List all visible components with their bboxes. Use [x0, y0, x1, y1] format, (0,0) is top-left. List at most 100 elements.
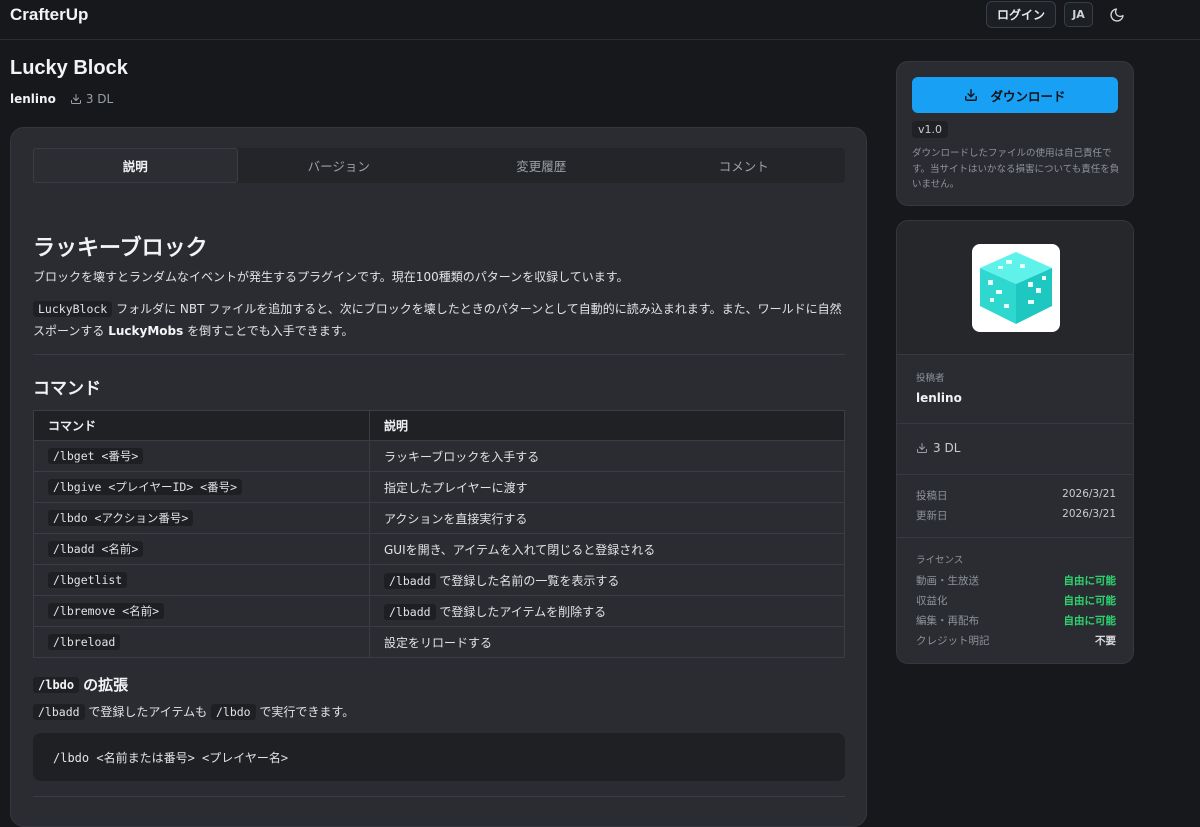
section-divider: [897, 354, 1133, 355]
table-header-row: コマンド 説明: [33, 410, 845, 441]
project-thumbnail: [972, 244, 1060, 332]
paragraph-text: で登録したアイテムも: [84, 705, 211, 719]
column-header: 説明: [369, 410, 845, 441]
updated-date-row: 更新日 2026/3/21: [916, 508, 1116, 523]
section-divider: [897, 537, 1133, 538]
heading-text: の拡張: [83, 676, 129, 694]
section-divider: [33, 354, 845, 355]
download-icon: [917, 443, 927, 453]
tab-comments[interactable]: コメント: [643, 148, 846, 183]
extension-heading: /lbdo の拡張: [33, 674, 128, 695]
command-code: /lbdo <アクション番号>: [48, 510, 194, 526]
tab-description[interactable]: 説明: [33, 148, 238, 183]
download-icon: [965, 89, 978, 101]
license-item-label: 編集・再配布: [916, 615, 979, 627]
tab-versions[interactable]: バージョン: [238, 148, 441, 183]
inline-code: LuckyBlock: [33, 301, 113, 317]
moon-icon: [1110, 8, 1124, 22]
download-button-label: ダウンロード: [990, 88, 1066, 104]
table-row: /lbadd <名前> GUIを開き、アイテムを入れて閉じると登録される: [33, 533, 845, 565]
disclaimer-text: ダウンロードしたファイルの使用は自己責任です。当サイトはいかなる損害についても責…: [912, 148, 1120, 190]
author-label: 投稿者: [916, 373, 945, 384]
author-name[interactable]: lenlino: [916, 391, 962, 405]
posted-date-row: 投稿日 2026/3/21: [916, 488, 1116, 503]
page-title: Lucky Block: [10, 57, 128, 79]
download-button[interactable]: ダウンロード: [912, 77, 1118, 113]
content-heading: ラッキーブロック: [33, 236, 208, 261]
command-code: /lbremove <名前>: [48, 603, 165, 619]
project-info-card: 投稿者 lenlino 3 DL 投稿日 2026/3/21 更新日 2026/…: [896, 220, 1134, 664]
theme-toggle-button[interactable]: [1106, 4, 1128, 26]
command-code: /lbget <番号>: [48, 448, 144, 464]
commands-heading: コマンド: [33, 379, 101, 399]
license-row: 動画・生放送 自由に可能: [916, 573, 1116, 588]
table-row: /lbget <番号> ラッキーブロックを入手する: [33, 440, 845, 472]
license-row: 収益化 自由に可能: [916, 593, 1116, 608]
table-row: /lbreload 設定をリロードする: [33, 626, 845, 658]
license-item-value: 自由に可能: [1063, 595, 1117, 607]
table-row: /lbremove <名前> /lbadd で登録したアイテムを削除する: [33, 595, 845, 627]
license-item-value: 不要: [1095, 635, 1116, 647]
description-cell: ラッキーブロックを入手する: [369, 440, 845, 472]
command-cell: /lbgetlist: [33, 564, 370, 596]
bold-text: LuckyMobs: [108, 324, 184, 338]
description-text: で登録した名前の一覧を表示する: [435, 573, 620, 588]
column-header: コマンド: [33, 410, 370, 441]
download-count-text: 3 DL: [85, 92, 114, 106]
description-cell: アクションを直接実行する: [369, 502, 845, 534]
license-item-label: 収益化: [916, 595, 948, 607]
intro-paragraph: ブロックを壊すとランダムなイベントが発生するプラグインです。現在100種類のパタ…: [33, 270, 629, 284]
description-paragraph: LuckyBlock フォルダに NBT ファイルを追加すると、次にブロックを壊…: [33, 298, 845, 342]
main-content-card: 説明 バージョン 変更履歴 コメント ラッキーブロック ブロックを壊すとランダム…: [10, 127, 867, 827]
license-row: クレジット明記 不要: [916, 633, 1116, 648]
license-item-label: クレジット明記: [916, 635, 990, 647]
posted-label: 投稿日: [916, 490, 948, 502]
site-logo[interactable]: CrafterUp: [10, 5, 88, 25]
tab-changelog[interactable]: 変更履歴: [440, 148, 643, 183]
license-item-label: 動画・生放送: [916, 575, 979, 587]
command-cell: /lbdo <アクション番号>: [33, 502, 370, 534]
code-block: /lbdo <名前または番号> <プレイヤー名>: [33, 733, 845, 781]
inline-code: /lbadd: [384, 572, 436, 589]
download-card: ダウンロード v1.0 ダウンロードしたファイルの使用は自己責任です。当サイトは…: [896, 61, 1134, 206]
table-row: /lbgetlist /lbadd で登録した名前の一覧を表示する: [33, 564, 845, 596]
license-label: ライセンス: [916, 555, 964, 566]
tab-bar: 説明 バージョン 変更履歴 コメント: [33, 148, 845, 183]
command-cell: /lbreload: [33, 626, 370, 658]
section-divider: [33, 796, 845, 797]
download-count: 3 DL: [916, 441, 960, 455]
command-cell: /lbgive <プレイヤーID> <番号>: [33, 471, 370, 503]
description-cell: GUIを開き、アイテムを入れて閉じると登録される: [369, 533, 845, 565]
license-item-value: 自由に可能: [1063, 575, 1117, 587]
section-divider: [897, 423, 1133, 424]
download-count-text: 3 DL: [933, 441, 961, 455]
inline-code: /lbdo: [33, 676, 80, 693]
command-cell: /lbremove <名前>: [33, 595, 370, 627]
command-cell: /lbadd <名前>: [33, 533, 370, 565]
table-row: /lbdo <アクション番号> アクションを直接実行する: [33, 502, 845, 534]
download-count: 3 DL: [70, 92, 113, 106]
inline-code: /lbadd: [33, 704, 85, 720]
thumbnail-area: [897, 221, 1133, 354]
paragraph-text: を倒すことでも入手できます。: [183, 324, 354, 338]
inline-code: /lbdo: [210, 704, 256, 720]
author-link[interactable]: lenlino: [10, 92, 56, 106]
description-text: で登録したアイテムを削除する: [435, 604, 607, 619]
description-cell: 指定したプレイヤーに渡す: [369, 471, 845, 503]
command-code: /lbadd <名前>: [48, 541, 144, 557]
commands-table: コマンド 説明 /lbget <番号> ラッキーブロックを入手する /lbgiv…: [33, 410, 845, 658]
table-row: /lbgive <プレイヤーID> <番号> 指定したプレイヤーに渡す: [33, 471, 845, 503]
version-badge: v1.0: [912, 121, 949, 138]
description-cell: /lbadd で登録したアイテムを削除する: [369, 595, 845, 627]
description-cell: /lbadd で登録した名前の一覧を表示する: [369, 564, 845, 596]
inline-code: /lbadd: [384, 603, 436, 620]
command-code: /lbgetlist: [48, 572, 128, 588]
command-cell: /lbget <番号>: [33, 440, 370, 472]
updated-date: 2026/3/21: [1062, 508, 1116, 520]
extension-paragraph: /lbadd で登録したアイテムも /lbdo で実行できます。: [33, 703, 354, 720]
top-bar: CrafterUp ログイン JA: [0, 0, 1200, 40]
description-cell: 設定をリロードする: [369, 626, 845, 658]
language-button[interactable]: JA: [1064, 2, 1093, 27]
login-button[interactable]: ログイン: [986, 1, 1056, 28]
command-code: /lbgive <プレイヤーID> <番号>: [48, 479, 243, 495]
